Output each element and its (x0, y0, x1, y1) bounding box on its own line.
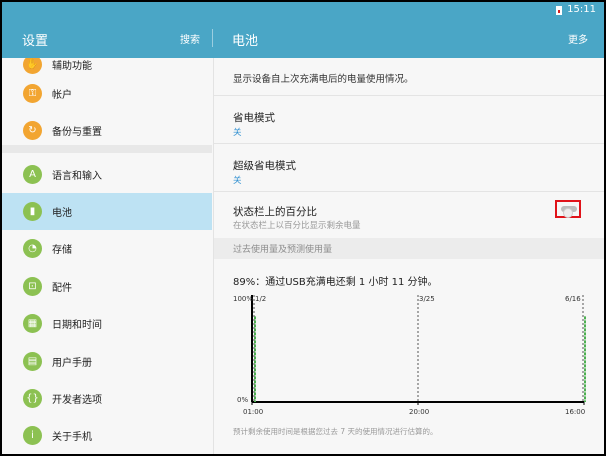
toggle-track (561, 206, 577, 218)
key-icon: ⚿ (23, 84, 42, 103)
accessibility-icon: ✋ (23, 58, 42, 74)
info-icon: i (23, 426, 42, 445)
battery-percent-subtitle: 在状态栏上以百分比显示剩余电量 (233, 221, 361, 231)
date-marker-2: 3/25 (419, 295, 435, 303)
battery-description: 显示设备自上次充满电后的电量使用情况。 (233, 74, 414, 85)
x-tick-label-middle: 20:00 (409, 408, 429, 416)
sidebar-item-storage[interactable]: ◔ 存储 (2, 230, 212, 267)
sidebar-item-label: 用户手册 (52, 358, 92, 369)
manual-icon: ▤ (23, 352, 42, 371)
battery-percent-title: 状态栏上的百分比 (233, 206, 317, 218)
sidebar-item-label: 开发者选项 (52, 395, 102, 406)
battery-percent-toggle[interactable] (555, 200, 581, 218)
developer-icon: {} (23, 389, 42, 408)
sidebar-item-developer[interactable]: {} 开发者选项 (2, 380, 212, 417)
power-saving-row[interactable]: 省电模式 关 (214, 95, 604, 143)
status-bar: 15:11 (2, 2, 604, 18)
app-bar-divider (212, 29, 213, 47)
usage-section-title: 过去使用量及预测使用量 (233, 245, 333, 255)
more-button[interactable]: 更多 (568, 31, 588, 46)
ultra-power-saving-title: 超级省电模式 (233, 160, 296, 172)
usage-section-header: 过去使用量及预测使用量 (214, 238, 604, 259)
screen: 15:11 设置 搜索 电池 更多 ✋ 辅助功能 ⚿ 帐户 ↻ 备份与重置 A 语言和输入 ▮ 电… (2, 2, 604, 454)
ultra-power-saving-row[interactable]: 超级省电模式 关 (214, 143, 604, 191)
sidebar-item-calendar[interactable]: ▦ 日期和时间 (2, 305, 212, 342)
sidebar-item-key[interactable]: ⚿ 帐户 (2, 75, 212, 112)
battery-icon: ▮ (23, 202, 42, 221)
sidebar-item-backup[interactable]: ↻ 备份与重置 (2, 112, 212, 149)
battery-percent-row[interactable]: 状态栏上的百分比 在状态栏上以百分比显示剩余电量 (214, 191, 604, 238)
sidebar-item-label: 辅助功能 (52, 61, 92, 72)
accessory-icon: ⊡ (23, 277, 42, 296)
sidebar-item-label: 备份与重置 (52, 127, 102, 138)
backup-icon: ↻ (23, 121, 42, 140)
battery-panel: 显示设备自上次充满电后的电量使用情况。 省电模式 关 超级省电模式 关 状态栏上… (213, 58, 604, 454)
sidebar-item-manual[interactable]: ▤ 用户手册 (2, 343, 212, 380)
date-marker-3: 6/16 (565, 295, 581, 303)
search-button[interactable]: 搜索 (180, 31, 200, 46)
date-marker-1: 1/2 (255, 295, 266, 303)
calendar-icon: ▦ (23, 314, 42, 333)
settings-title: 设置 (22, 34, 49, 49)
y-tick-label-top: 100% (233, 295, 253, 303)
x-tick-label-end: 16:00 (565, 408, 585, 416)
sidebar-item-label: 关于手机 (52, 432, 92, 443)
sidebar-item-accessory[interactable]: ⊡ 配件 (2, 268, 212, 305)
sidebar-item-language[interactable]: A 语言和输入 (2, 156, 212, 193)
sidebar-item-label: 语言和输入 (52, 171, 102, 182)
page-title: 电池 (232, 34, 259, 49)
sidebar-item-label: 配件 (52, 283, 72, 294)
sidebar-item-label: 帐户 (52, 90, 72, 101)
status-clock: 15:11 (567, 4, 596, 15)
power-saving-value: 关 (233, 128, 242, 138)
sidebar-item-label: 日期和时间 (52, 320, 102, 331)
sidebar-item-label: 存储 (52, 245, 72, 256)
battery-usage-chart: 100% 0% 1/2 3/25 6/16 01:00 20:00 16:00 (233, 295, 586, 416)
sidebar-item-info[interactable]: i 关于手机 (2, 417, 212, 454)
usage-footnote: 预计剩余使用时间是根据您过去 7 天的使用情况进行估算的。 (233, 427, 438, 436)
storage-icon: ◔ (23, 239, 42, 258)
app-bar: 设置 搜索 电池 更多 (2, 18, 604, 58)
sidebar-item-battery[interactable]: ▮ 电池 (2, 193, 212, 230)
power-saving-title: 省电模式 (233, 112, 275, 124)
settings-sidebar: ✋ 辅助功能 ⚿ 帐户 ↻ 备份与重置 A 语言和输入 ▮ 电池 ◔ 存储 ⊡ 配件 ▦ 日期和时间 ▤ 用户手册… (2, 58, 212, 454)
sidebar-item-label: 电池 (52, 208, 72, 219)
battery-estimate: 89%：通过USB充满电还剩 1 小时 11 分钟。 (233, 277, 438, 288)
y-tick-label-bottom: 0% (237, 396, 248, 404)
status-battery-icon (556, 6, 562, 15)
ultra-power-saving-value: 关 (233, 176, 242, 186)
toggle-knob (563, 208, 573, 218)
language-icon: A (23, 165, 42, 184)
x-tick-label-start: 01:00 (243, 408, 263, 416)
